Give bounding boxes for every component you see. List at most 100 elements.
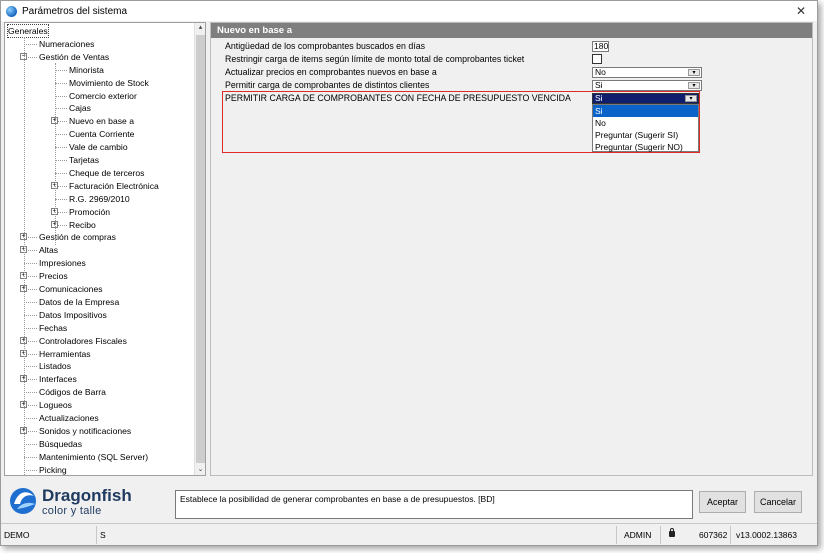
option-preguntar-si[interactable]: Preguntar (Sugerir SI) [593,129,698,141]
tree-item[interactable]: Gestión de compras [39,231,116,243]
tree-item[interactable]: Facturación Electrónica [69,180,159,192]
tree-items-container: Generales Numeraciones − Gestión de Ventas M… [5,23,195,475]
tree-item[interactable]: Logueos [39,399,72,411]
dropdown-arrow-icon[interactable]: ▾ [688,82,700,89]
tree-connector [24,327,37,329]
tree-item[interactable]: Precios [39,270,68,282]
tree-item[interactable]: Interfaces [39,373,77,385]
lock-icon [669,528,675,537]
scroll-up-arrow-icon[interactable]: ▴ [195,23,205,33]
dropdown-arrow-icon[interactable]: ▾ [685,95,697,102]
tree-item[interactable]: Movimiento de Stock [69,77,149,89]
tree-connector [55,172,67,174]
tree-connector [24,263,37,265]
tree-item[interactable]: Datos de la Empresa [39,296,119,308]
panel-header: Nuevo en base a [211,23,812,38]
tree-connector [55,95,67,97]
expired-budget-select[interactable]: Si ▾ [592,93,699,104]
tree-item[interactable]: Comunicaciones [39,283,103,295]
logo-title: Dragonfish [42,486,132,505]
status-mode: S [97,526,617,544]
tree-item[interactable]: R.G. 2969/2010 [69,193,130,205]
status-version: v13.0002.13863 [736,530,797,540]
row-label-restringir: Restringir carga de items según límite d… [225,54,525,64]
tree-item[interactable]: Códigos de Barra [39,386,106,398]
expired-budget-options[interactable]: Si No Preguntar (Sugerir SI) Preguntar (… [592,104,699,152]
expired-budget-value: Si [595,93,603,103]
status-code: 607362 [696,526,731,544]
tree-connector [24,314,37,316]
tree-item[interactable]: Vale de cambio [69,141,128,153]
different-clients-value: Si [595,80,603,90]
window-title: Parámetros del sistema [22,5,128,17]
tree-item[interactable]: Cheque de terceros [69,167,144,179]
tree-item[interactable]: Nuevo en base a [69,115,134,127]
tree-connector [24,43,37,45]
different-clients-select[interactable]: Si ▾ [592,80,702,91]
tree-item[interactable]: Generales [7,24,49,38]
tree-item[interactable]: Herramientas [39,348,91,360]
status-bar: DEMO S ADMIN 607362 v13.0002.13863 [1,523,817,545]
accept-button[interactable]: Aceptar [699,491,746,513]
description-box: Establece la posibilidad de generar comp… [175,490,693,519]
tree-connector [55,134,67,136]
tree-connector [24,37,25,475]
tree-item[interactable]: Actualizaciones [39,412,99,424]
row-label-distintos-clientes: Permitir carga de comprobantes de distin… [225,80,430,90]
tree-item[interactable]: Controladores Fiscales [39,335,127,347]
tree-item[interactable]: Promoción [69,206,110,218]
update-prices-select[interactable]: No ▾ [592,67,702,78]
close-button[interactable]: ✕ [793,3,809,19]
option-si[interactable]: Si [593,105,698,117]
tree-item[interactable]: Gestión de Ventas [39,51,109,63]
scroll-down-arrow-icon[interactable]: ⌄ [195,465,205,475]
update-prices-value: No [595,67,606,77]
tree-item[interactable]: Recibo [69,219,96,231]
tree-item[interactable]: Tarjetas [69,154,99,166]
tree-item[interactable]: Búsquedas [39,438,82,450]
tree-connector [24,456,37,458]
status-database: DEMO [1,526,97,544]
tree-connector [24,301,37,303]
system-parameters-window: Parámetros del sistema ✕ Generales Numera… [0,0,818,546]
tree-item[interactable]: Picking [39,464,67,475]
tree-connector [24,392,37,394]
tree-connector [24,443,37,445]
parameters-tree[interactable]: Generales Numeraciones − Gestión de Ventas M… [4,22,206,476]
tree-connector [55,69,67,71]
tree-item[interactable]: Datos Impositivos [39,309,107,321]
footer-area: Dragonfish color y talle Establece la po… [1,478,817,522]
row-label-presupuesto-vencido: PERMITIR CARGA DE COMPROBANTES CON FECHA… [225,93,571,103]
tree-connector [55,198,67,200]
title-bar: Parámetros del sistema ✕ [1,1,817,21]
app-icon [6,5,17,17]
days-input[interactable]: 180 [592,41,609,52]
tree-item[interactable]: Cuenta Corriente [69,128,134,140]
tree-item[interactable]: Numeraciones [39,38,94,50]
scroll-thumb[interactable] [196,35,205,463]
dragonfish-logo: Dragonfish color y talle [8,483,168,519]
option-preguntar-no[interactable]: Preguntar (Sugerir NO) [593,141,698,153]
tree-connector [24,418,37,419]
logo-subtitle: color y talle [42,505,102,517]
restrict-items-checkbox[interactable] [592,54,602,64]
row-label-antiguedad: Antigüedad de los comprobantes buscados … [225,41,426,51]
tree-item[interactable]: Sonidos y notificaciones [39,425,131,437]
cancel-button[interactable]: Cancelar [754,491,802,513]
tree-item[interactable]: Altas [39,244,58,256]
tree-item[interactable]: Cajas [69,102,91,114]
tree-item[interactable]: Minorista [69,64,104,76]
dropdown-arrow-icon[interactable]: ▾ [688,69,700,76]
tree-item[interactable]: Mantenimiento (SQL Server) [39,451,148,463]
option-no[interactable]: No [593,117,698,129]
tree-scrollbar[interactable]: ▴ ⌄ [194,23,205,475]
tree-connector [55,108,67,110]
tree-item[interactable]: Comercio exterior [69,90,137,102]
status-user: ADMIN [621,526,661,544]
tree-item[interactable]: Listados [39,360,71,372]
tree-connector [24,469,37,471]
tree-item[interactable]: Fechas [39,322,67,334]
settings-panel: Nuevo en base a Antigüedad de los compro… [210,22,813,476]
tree-item[interactable]: Impresiones [39,257,86,269]
tree-connector [55,63,56,245]
